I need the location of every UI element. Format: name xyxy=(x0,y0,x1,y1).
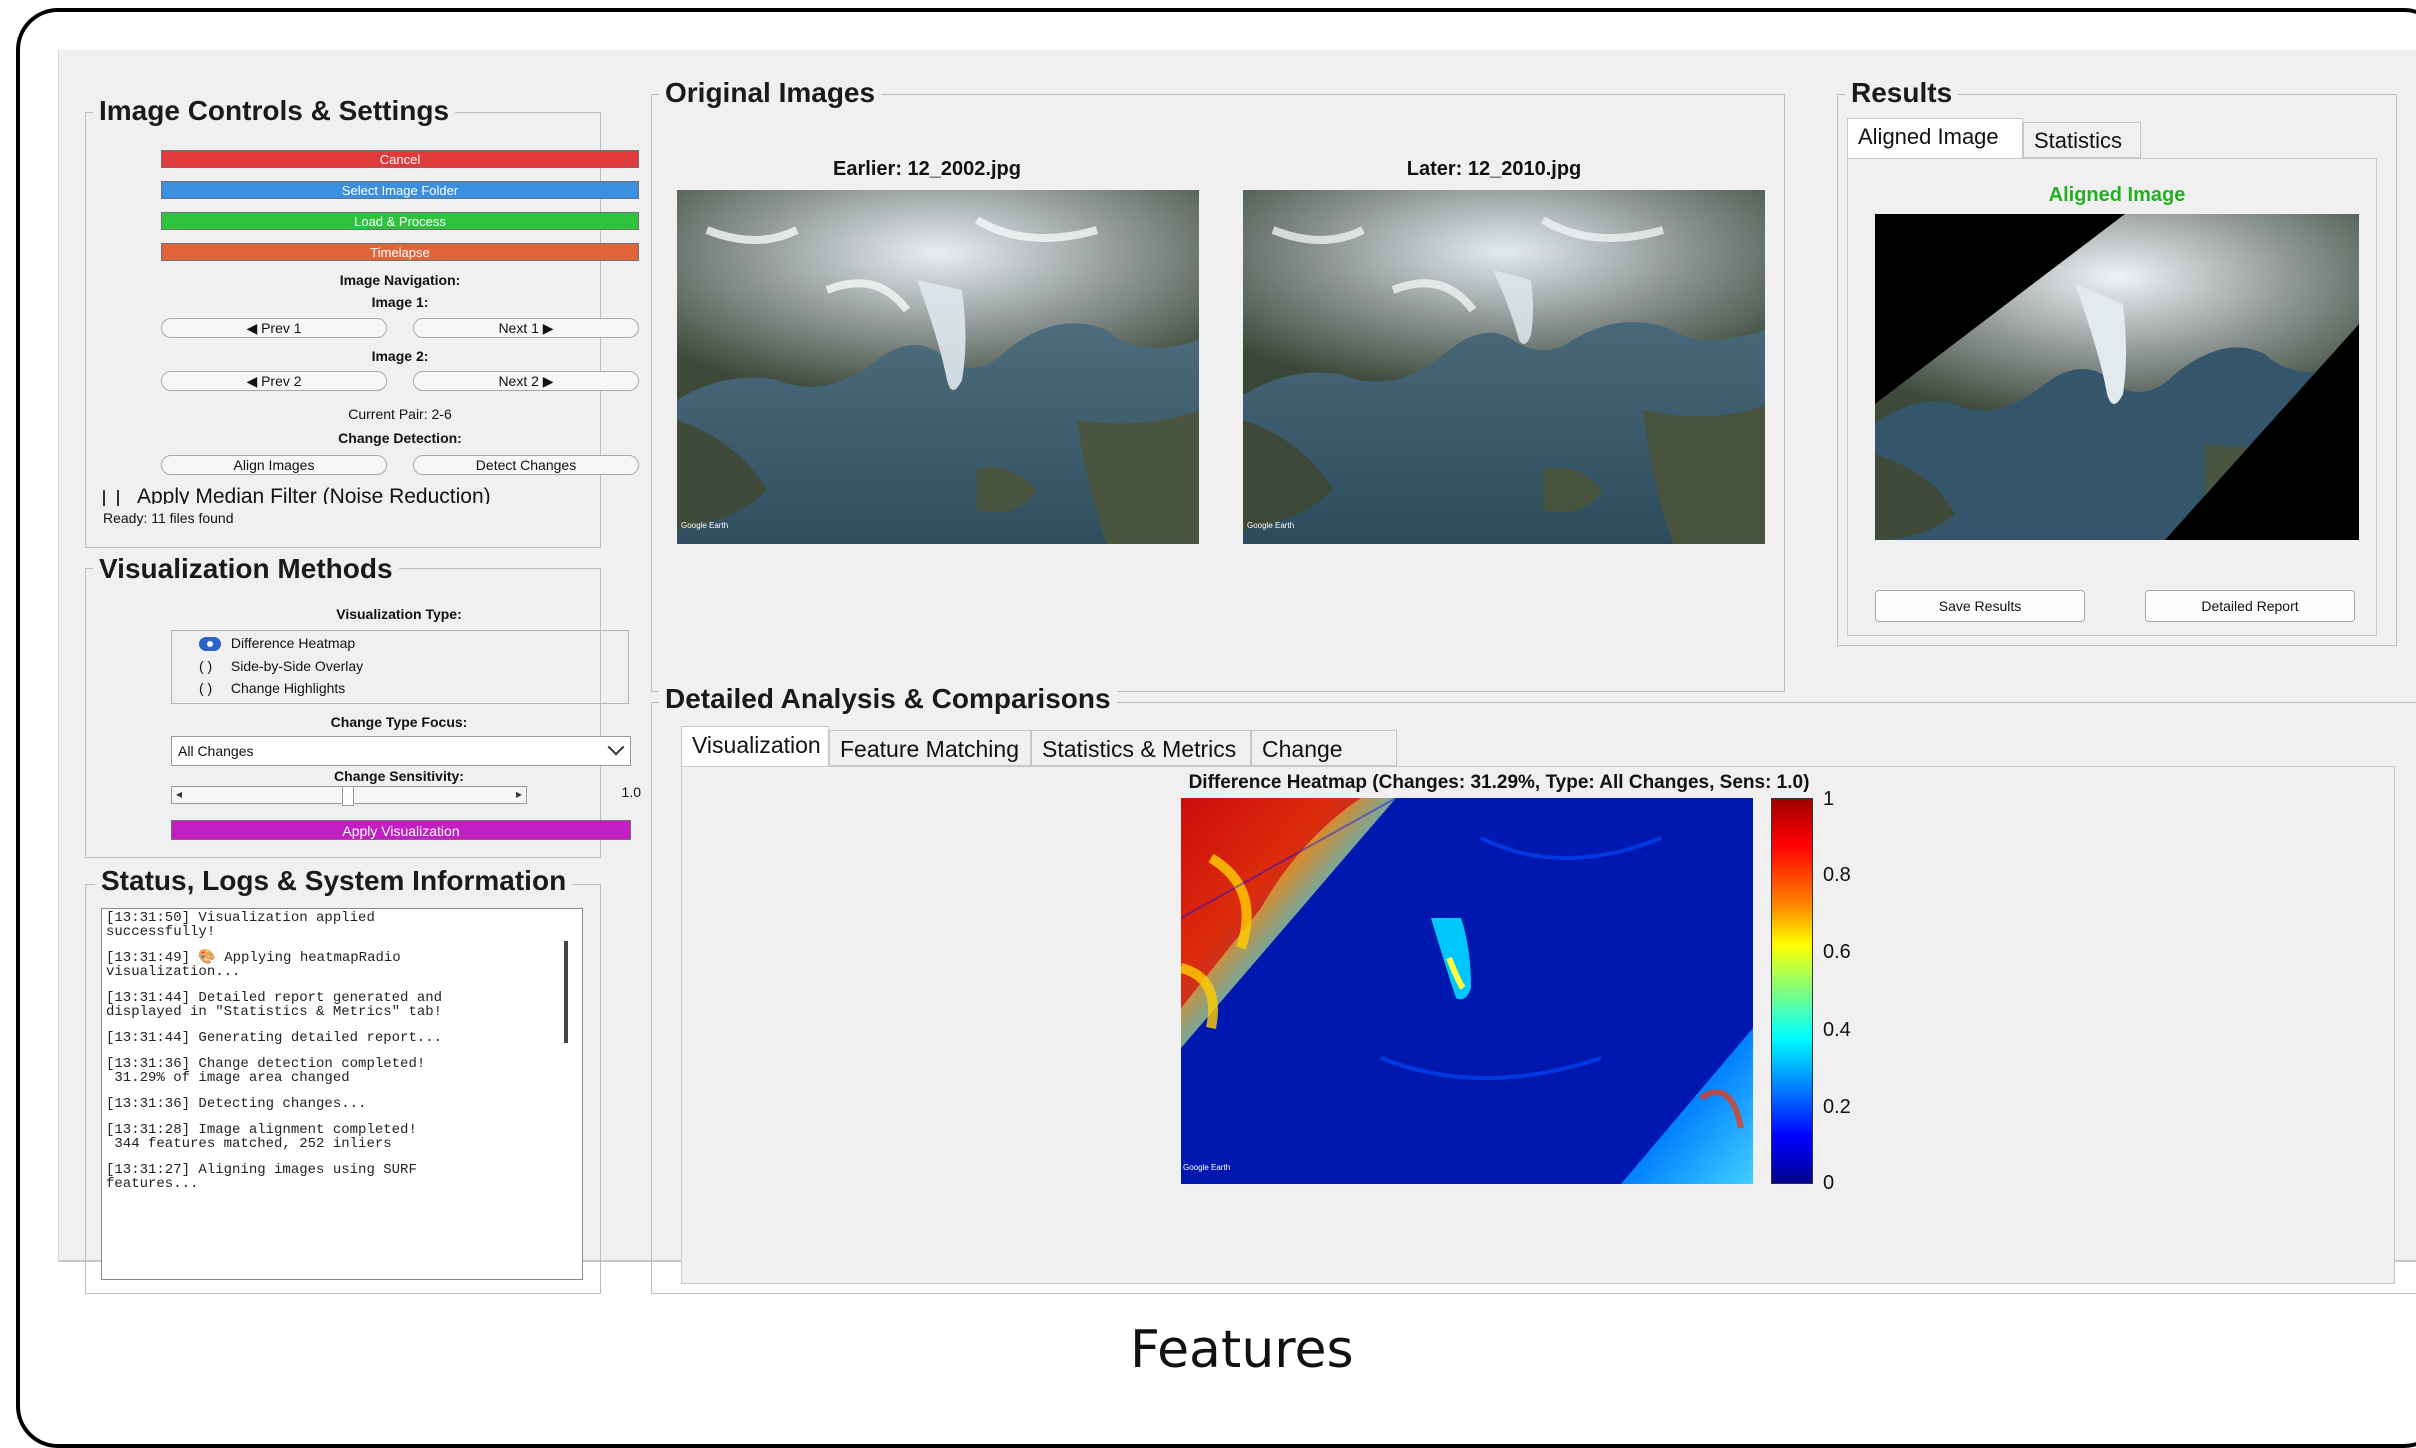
radio-unselected-icon: ( ) xyxy=(199,680,213,696)
log-line: [13:31:44] Generating detailed report... xyxy=(106,1030,443,1046)
colorbar-tick: 0 xyxy=(1823,1172,1835,1194)
google-earth-watermark: Google Earth xyxy=(1183,1163,1231,1172)
radio-label: Side-by-Side Overlay xyxy=(230,658,364,674)
detect-changes-button[interactable]: Detect Changes xyxy=(413,455,639,475)
prev2-button[interactable]: ◀ Prev 2 xyxy=(161,371,387,391)
sensitivity-value: 1.0 xyxy=(621,784,641,800)
colorbar-tick: 1 xyxy=(1823,788,1835,810)
earlier-satellite-image: Google Earth xyxy=(677,190,1199,544)
slider-thumb[interactable] xyxy=(342,786,354,806)
median-filter-label: Apply Median Filter (Noise Reduction) xyxy=(137,485,491,504)
difference-heatmap-image: Google Earth xyxy=(1181,798,1753,1184)
log-line: [13:31:27] Aligning images using SURF fe… xyxy=(106,1162,417,1192)
app-window: Image Controls & Settings Cancel Select … xyxy=(58,50,2416,1294)
align-images-button[interactable]: Align Images xyxy=(161,455,387,475)
log-line: [13:31:28] Image alignment completed! 34… xyxy=(106,1122,417,1152)
log-list: [13:31:50] Visualization applied success… xyxy=(106,911,442,1203)
tab-results-statistics[interactable]: Statistics xyxy=(2023,122,2141,158)
log-line: [13:31:44] Detailed report generated and… xyxy=(106,990,443,1020)
log-line: [13:31:49] 🎨 Applying heatmapRadio visua… xyxy=(106,950,401,980)
tab-statistics-metrics[interactable]: Statistics & Metrics xyxy=(1031,730,1251,766)
cancel-button[interactable]: Cancel xyxy=(161,150,639,168)
heatmap-title: Difference Heatmap (Changes: 31.29%, Typ… xyxy=(1188,772,1810,793)
load-process-button[interactable]: Load & Process xyxy=(161,212,639,230)
detailed-analysis-title: Detailed Analysis & Comparisons xyxy=(659,682,1117,716)
log-textarea[interactable]: [13:31:50] Visualization applied success… xyxy=(101,908,583,1280)
image-navigation-label: Image Navigation: xyxy=(339,272,461,288)
tab-aligned-image[interactable]: Aligned Image xyxy=(1847,118,2023,158)
slider-left-arrow-icon: ◂ xyxy=(176,787,183,801)
radio-change-highlights[interactable]: ( ) Change Highlights xyxy=(199,680,345,696)
log-line: [13:31:36] Change detection completed! 3… xyxy=(106,1056,426,1086)
current-pair-text: Current Pair: 2-6 xyxy=(348,406,452,422)
radio-difference-heatmap[interactable]: Difference Heatmap xyxy=(199,635,356,652)
visualization-type-label: Visualization Type: xyxy=(336,606,462,622)
later-satellite-image: Google Earth xyxy=(1243,190,1765,544)
colorbar-tick: 0.8 xyxy=(1823,864,1851,886)
colorbar-tick: 0.4 xyxy=(1823,1019,1851,1041)
log-line: [13:31:50] Visualization applied success… xyxy=(106,910,375,940)
results-title: Results xyxy=(1845,76,1959,110)
radio-unselected-icon: ( ) xyxy=(199,658,213,674)
visualization-methods-title: Visualization Methods xyxy=(93,552,399,586)
earlier-image-caption: Earlier: 12_2002.jpg xyxy=(833,158,1021,180)
image2-label: Image 2: xyxy=(371,348,429,364)
image-controls-title: Image Controls & Settings xyxy=(93,94,456,128)
original-images-title: Original Images xyxy=(659,76,882,110)
median-filter-checkbox[interactable] xyxy=(103,490,119,506)
timelapse-button[interactable]: Timelapse xyxy=(161,243,639,261)
select-folder-button[interactable]: Select Image Folder xyxy=(161,181,639,199)
apply-visualization-button[interactable]: Apply Visualization xyxy=(171,820,631,840)
sensitivity-slider[interactable]: ◂ ▸ xyxy=(171,786,527,806)
prev1-button[interactable]: ◀ Prev 1 xyxy=(161,318,387,338)
change-detection-label: Change Detection: xyxy=(338,430,462,446)
image1-label: Image 1: xyxy=(371,294,429,310)
aligned-image-view xyxy=(1875,214,2359,540)
tab-change-map[interactable]: Change Map xyxy=(1251,730,1397,798)
save-results-button[interactable]: Save Results xyxy=(1875,590,2085,622)
log-line: [13:31:36] Detecting changes... xyxy=(106,1096,367,1112)
google-earth-watermark: Google Earth xyxy=(681,521,729,530)
aligned-image-caption: Aligned Image xyxy=(2048,184,2186,206)
google-earth-watermark: Google Earth xyxy=(1247,521,1295,530)
change-type-focus-dropdown[interactable]: All Changes xyxy=(171,736,631,766)
tab-feature-matching[interactable]: Feature Matching xyxy=(829,730,1031,766)
radio-label: Change Highlights xyxy=(230,680,346,696)
dropdown-value: All Changes xyxy=(178,743,254,759)
radio-side-by-side-overlay[interactable]: ( ) Side-by-Side Overlay xyxy=(199,658,363,674)
chevron-down-icon xyxy=(607,738,625,756)
tab-visualization[interactable]: Visualization xyxy=(681,726,829,766)
ready-status-text: Ready: 11 files found xyxy=(103,510,234,526)
change-sensitivity-label: Change Sensitivity: xyxy=(334,768,464,784)
slide-caption: Features xyxy=(1130,1320,1354,1380)
radio-selected-icon xyxy=(199,637,221,652)
later-image-caption: Later: 12_2010.jpg xyxy=(1406,158,1582,180)
colorbar-tick: 0.2 xyxy=(1823,1096,1851,1118)
next1-button[interactable]: Next 1 ▶ xyxy=(413,318,639,338)
detailed-report-button[interactable]: Detailed Report xyxy=(2145,590,2355,622)
status-logs-title: Status, Logs & System Information xyxy=(95,864,573,898)
change-type-focus-label: Change Type Focus: xyxy=(330,714,468,730)
next2-button[interactable]: Next 2 ▶ xyxy=(413,371,639,391)
colorbar-tick: 0.6 xyxy=(1823,941,1851,963)
log-scrollbar[interactable] xyxy=(564,941,568,1043)
colorbar xyxy=(1771,798,1813,1184)
radio-label: Difference Heatmap xyxy=(230,635,356,651)
